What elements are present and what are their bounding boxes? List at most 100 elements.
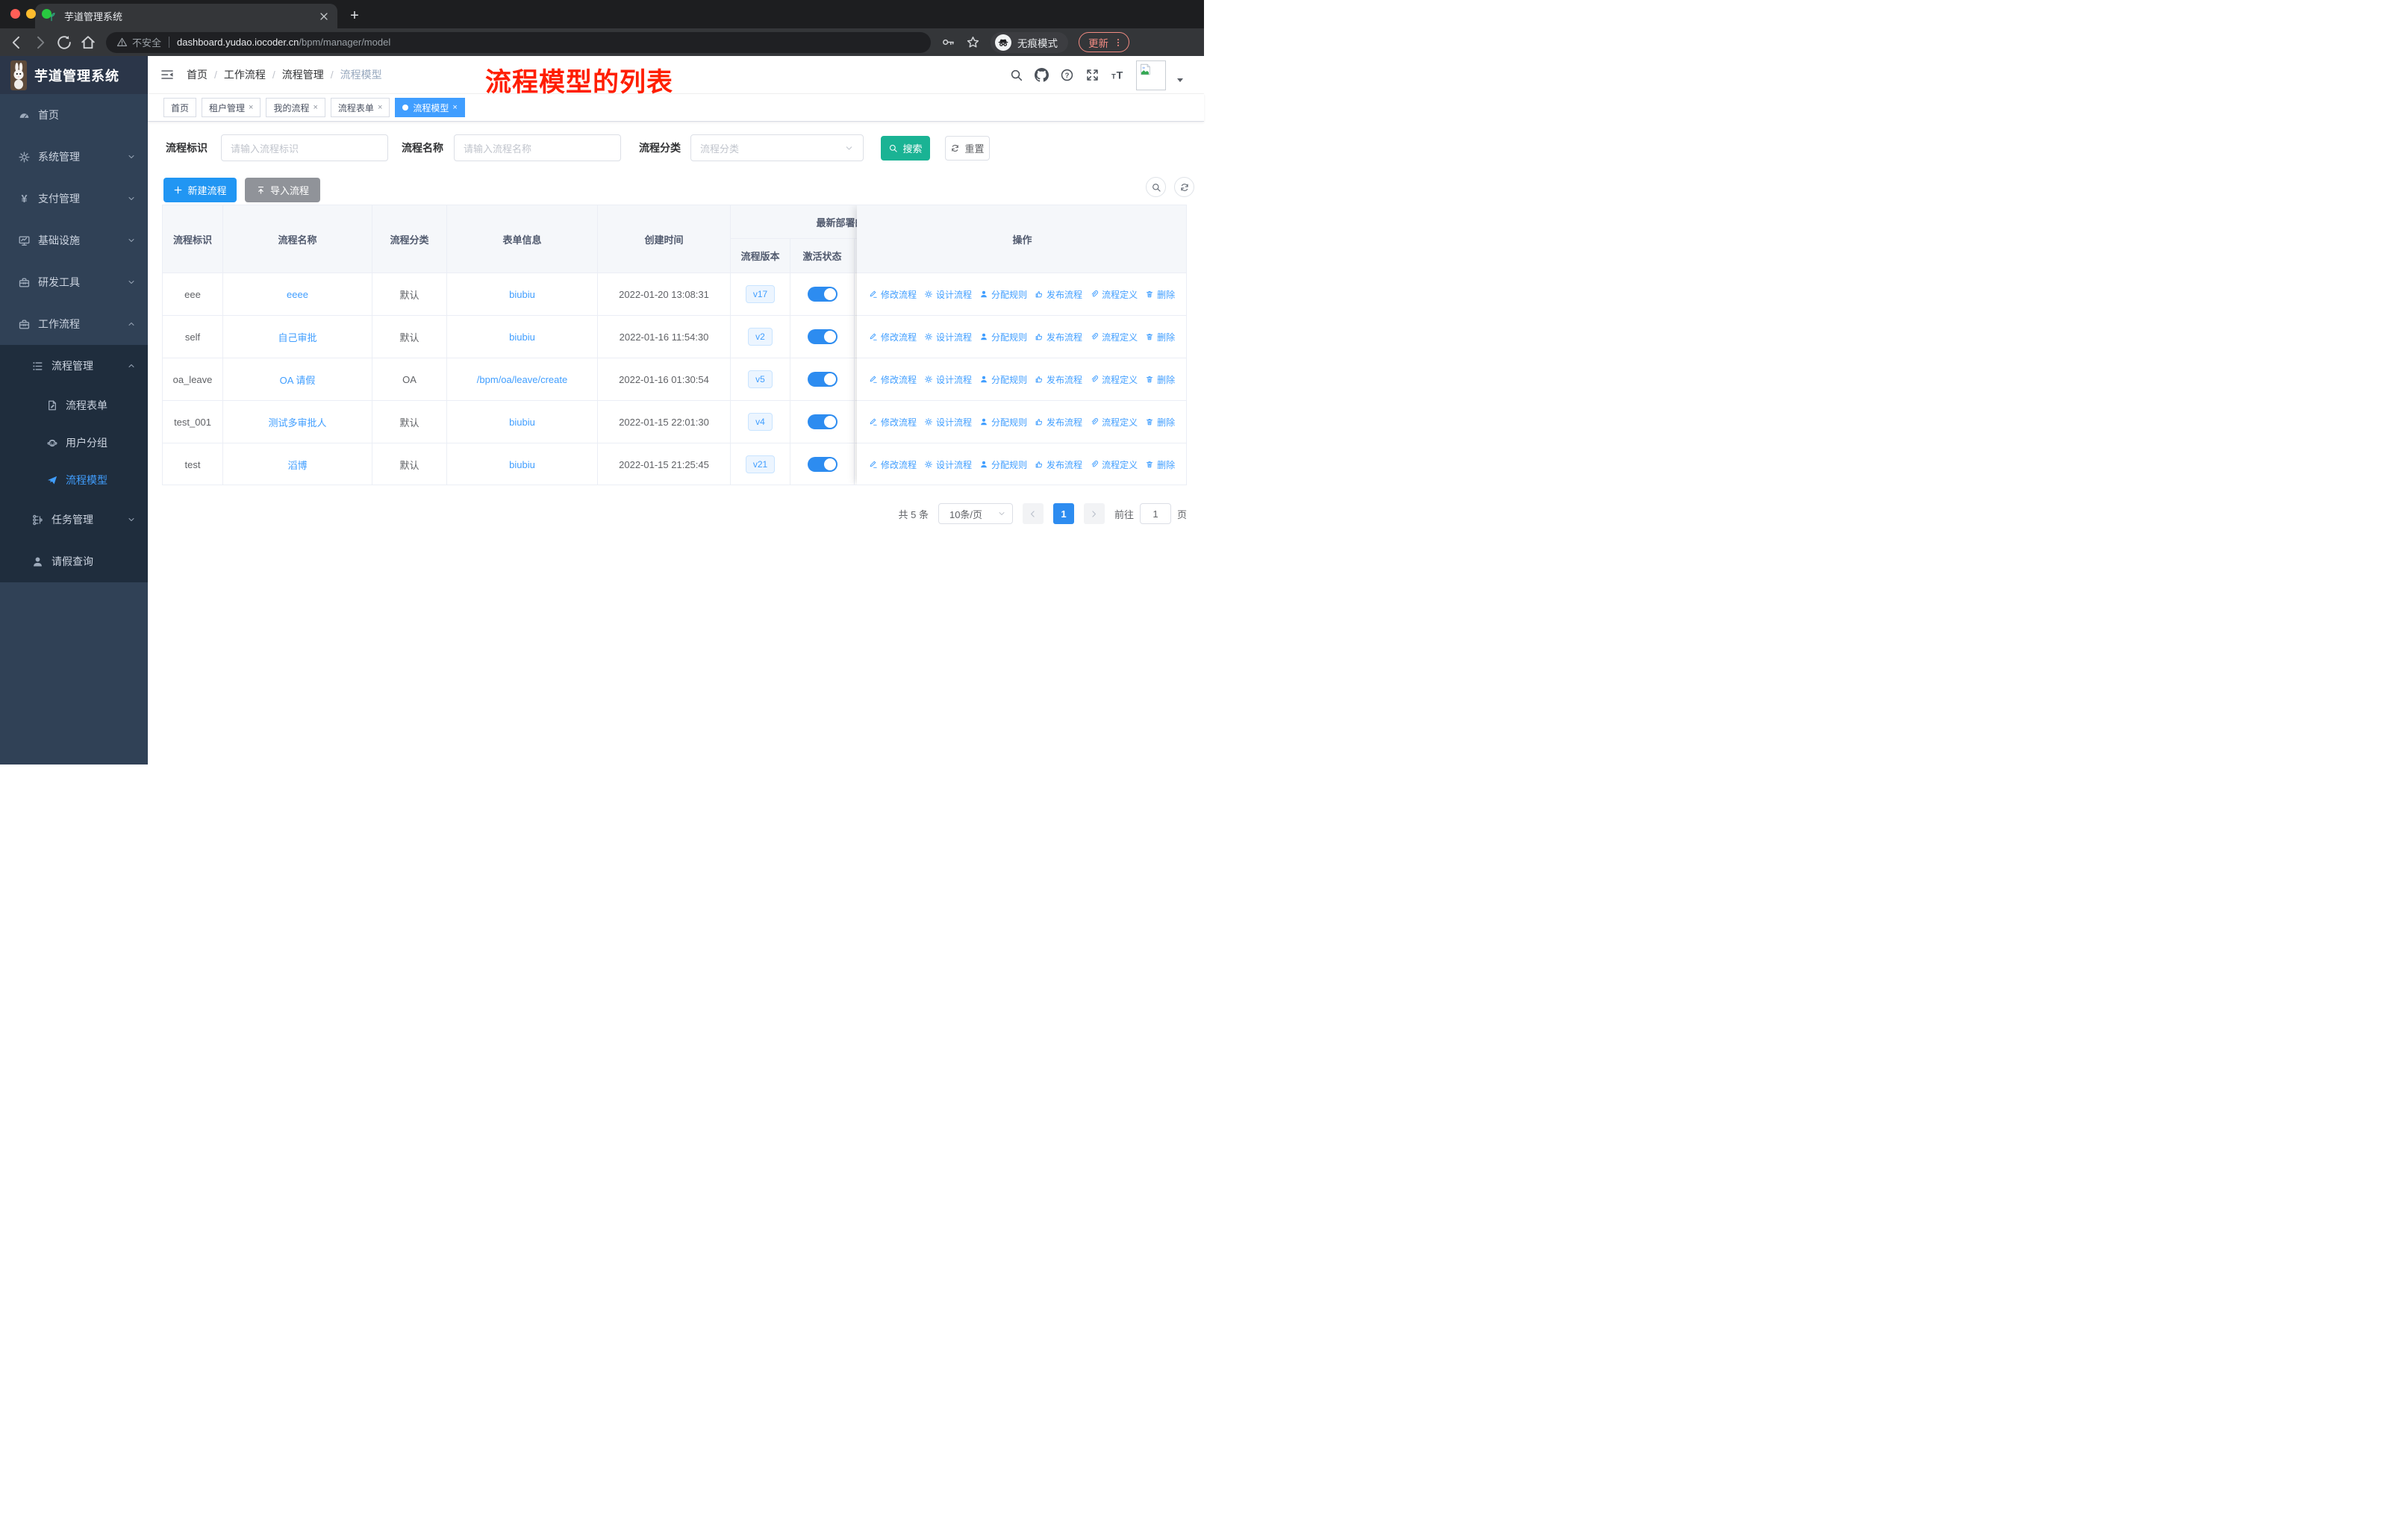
key-icon[interactable] [941, 35, 955, 49]
action-设计流程[interactable]: 设计流程 [924, 288, 972, 301]
tag-我的流程[interactable]: 我的流程 × [266, 98, 325, 117]
form-info-link[interactable]: biubiu [509, 289, 535, 300]
process-name-link[interactable]: 测试多审批人 [268, 415, 326, 429]
action-发布流程[interactable]: 发布流程 [1035, 458, 1082, 471]
close-window-button[interactable] [10, 9, 20, 19]
process-name-link[interactable]: eeee [287, 289, 308, 300]
sidebar-item-infrastructure[interactable]: 基础设施 [0, 219, 148, 261]
action-分配规则[interactable]: 分配规则 [979, 373, 1027, 386]
process-category-select[interactable]: 流程分类 [690, 134, 864, 161]
version-badge[interactable]: v2 [748, 328, 773, 346]
action-分配规则[interactable]: 分配规则 [979, 458, 1027, 471]
tab-close-icon[interactable] [318, 10, 330, 22]
action-流程定义[interactable]: 流程定义 [1090, 458, 1138, 471]
version-badge[interactable]: v4 [748, 413, 773, 431]
maximize-window-button[interactable] [42, 9, 52, 19]
breadcrumb-home[interactable]: 首页 [187, 67, 208, 82]
tag-close-icon[interactable]: × [313, 103, 317, 112]
update-button[interactable]: 更新 [1079, 32, 1129, 52]
url-bar[interactable]: 不安全 dashboard.yudao.iocoder.cn /bpm/mana… [106, 31, 931, 53]
active-toggle[interactable] [807, 287, 838, 302]
action-删除[interactable]: 删除 [1145, 288, 1175, 301]
version-badge[interactable]: v5 [748, 370, 773, 388]
goto-page-input[interactable]: 1 [1139, 503, 1171, 524]
sidebar-item-workflow[interactable]: 工作流程 [0, 303, 148, 345]
tag-流程模型[interactable]: 流程模型 × [395, 98, 465, 117]
create-process-button[interactable]: 新建流程 [163, 178, 237, 202]
menu-kebab-icon[interactable] [1113, 37, 1123, 48]
action-设计流程[interactable]: 设计流程 [924, 331, 972, 343]
action-分配规则[interactable]: 分配规则 [979, 416, 1027, 429]
action-修改流程[interactable]: 修改流程 [869, 458, 917, 471]
active-toggle[interactable] [807, 372, 838, 387]
font-size-icon[interactable]: TT [1111, 68, 1125, 82]
sidebar-item-process-mgmt[interactable]: 流程管理 [0, 345, 148, 387]
fullscreen-icon[interactable] [1085, 68, 1099, 82]
process-name-input[interactable]: 请输入流程名称 [454, 134, 621, 161]
back-icon[interactable] [7, 34, 25, 52]
bookmark-star-icon[interactable] [966, 35, 980, 49]
process-id-input[interactable]: 请输入流程标识 [221, 134, 388, 161]
avatar-caret-icon[interactable] [1177, 78, 1183, 82]
action-删除[interactable]: 删除 [1145, 458, 1175, 471]
reset-button[interactable]: 重置 [945, 135, 990, 161]
reload-icon[interactable] [55, 34, 73, 52]
action-发布流程[interactable]: 发布流程 [1035, 373, 1082, 386]
next-page-button[interactable] [1083, 503, 1105, 524]
page-size-select[interactable]: 10条/页 [938, 503, 1013, 524]
current-page[interactable]: 1 [1052, 503, 1074, 524]
sidebar-item-user-group[interactable]: 用户分组 [0, 424, 148, 461]
hide-search-button[interactable] [1146, 177, 1166, 197]
action-删除[interactable]: 删除 [1145, 416, 1175, 429]
sidebar-item-home[interactable]: 首页 [0, 94, 148, 136]
home-icon[interactable] [79, 34, 97, 52]
sidebar-item-task-mgmt[interactable]: 任务管理 [0, 499, 148, 541]
action-设计流程[interactable]: 设计流程 [924, 373, 972, 386]
help-icon[interactable]: ? [1060, 68, 1074, 82]
minimize-window-button[interactable] [26, 9, 36, 19]
sidebar-item-payment-mgmt[interactable]: ¥ 支付管理 [0, 178, 148, 219]
action-删除[interactable]: 删除 [1145, 373, 1175, 386]
action-修改流程[interactable]: 修改流程 [869, 288, 917, 301]
import-process-button[interactable]: 导入流程 [245, 178, 320, 202]
sidebar-item-leave-query[interactable]: 请假查询 [0, 541, 148, 582]
form-info-link[interactable]: biubiu [509, 417, 535, 428]
sidebar-item-system-mgmt[interactable]: 系统管理 [0, 136, 148, 178]
prev-page-button[interactable] [1022, 503, 1044, 524]
active-toggle[interactable] [807, 457, 838, 472]
form-info-link[interactable]: biubiu [509, 331, 535, 343]
tag-close-icon[interactable]: × [452, 103, 457, 112]
form-info-link[interactable]: biubiu [509, 459, 535, 470]
active-toggle[interactable] [807, 414, 838, 429]
sidebar-item-process-form[interactable]: 流程表单 [0, 387, 148, 424]
action-发布流程[interactable]: 发布流程 [1035, 331, 1082, 343]
tag-close-icon[interactable]: × [378, 103, 382, 112]
process-name-link[interactable]: 滔博 [287, 458, 307, 472]
version-badge[interactable]: v17 [745, 285, 776, 303]
action-分配规则[interactable]: 分配规则 [979, 288, 1027, 301]
action-发布流程[interactable]: 发布流程 [1035, 416, 1082, 429]
tag-close-icon[interactable]: × [249, 103, 253, 112]
action-修改流程[interactable]: 修改流程 [869, 373, 917, 386]
breadcrumb-workflow[interactable]: 工作流程 [224, 67, 266, 82]
version-badge[interactable]: v21 [745, 455, 776, 473]
action-修改流程[interactable]: 修改流程 [869, 331, 917, 343]
sidebar-item-process-model[interactable]: 流程模型 [0, 461, 148, 499]
action-设计流程[interactable]: 设计流程 [924, 458, 972, 471]
action-流程定义[interactable]: 流程定义 [1090, 331, 1138, 343]
action-修改流程[interactable]: 修改流程 [869, 416, 917, 429]
active-toggle[interactable] [807, 329, 838, 344]
action-分配规则[interactable]: 分配规则 [979, 331, 1027, 343]
search-icon[interactable] [1009, 68, 1023, 82]
action-发布流程[interactable]: 发布流程 [1035, 288, 1082, 301]
action-流程定义[interactable]: 流程定义 [1090, 373, 1138, 386]
app-logo[interactable]: 芋道管理系统 [0, 56, 148, 94]
tag-租户管理[interactable]: 租户管理 × [202, 98, 261, 117]
forward-icon[interactable] [31, 34, 49, 52]
breadcrumb-process-mgmt[interactable]: 流程管理 [282, 67, 324, 82]
process-name-link[interactable]: 自己审批 [278, 330, 316, 344]
form-info-link[interactable]: /bpm/oa/leave/create [477, 374, 567, 385]
action-流程定义[interactable]: 流程定义 [1090, 288, 1138, 301]
sidebar-item-dev-tools[interactable]: 研发工具 [0, 261, 148, 303]
refresh-table-button[interactable] [1174, 177, 1194, 197]
